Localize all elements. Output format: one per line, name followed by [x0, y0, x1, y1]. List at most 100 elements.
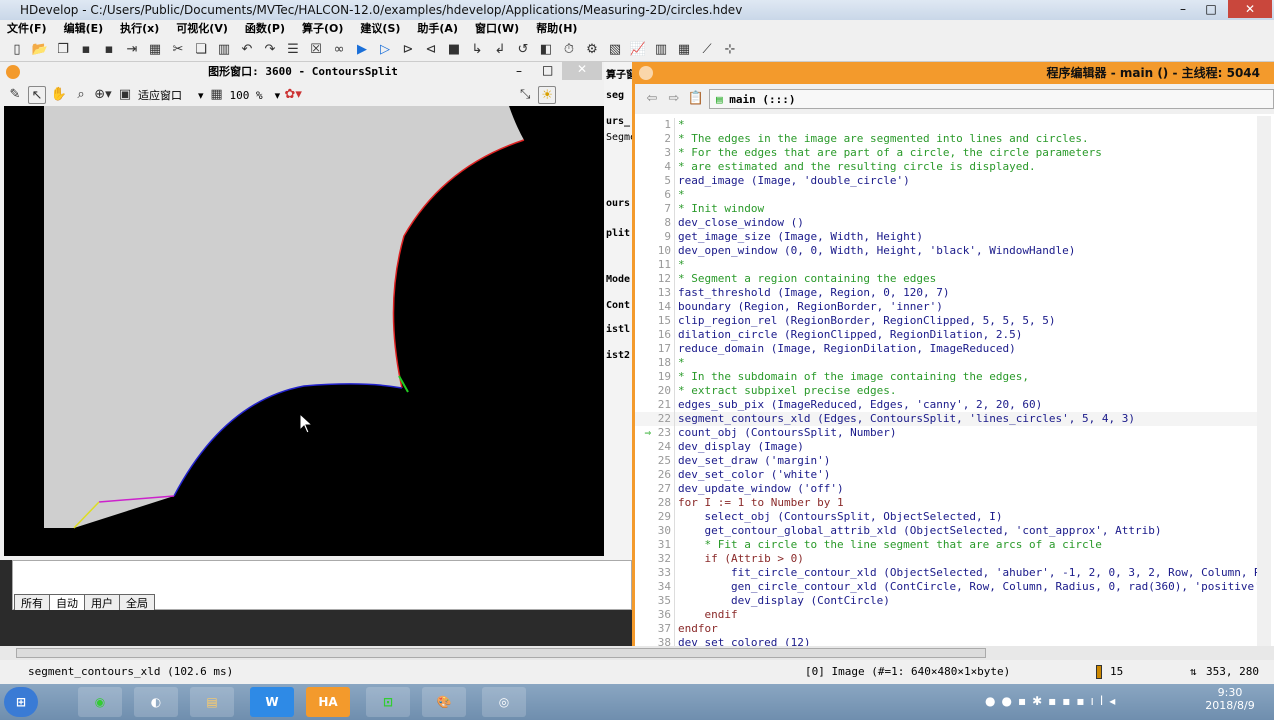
open-icon[interactable]: 📂 — [31, 41, 49, 59]
step-back-icon[interactable]: ⊲ — [422, 41, 440, 59]
code-line[interactable]: 10 dev_open_window (0, 0, Width, Height, … — [635, 244, 1260, 258]
code-line[interactable]: 7 * Init window — [635, 202, 1260, 216]
activate-icon[interactable]: ☰ — [284, 41, 302, 59]
line-number[interactable]: 30 — [635, 524, 675, 538]
line-number[interactable]: 9 — [635, 230, 675, 244]
clipboard-icon[interactable]: 📋 — [687, 90, 705, 108]
magnifier-icon[interactable]: ⌕ — [72, 86, 90, 104]
line-number[interactable]: 24 — [635, 440, 675, 454]
code-line[interactable]: 8 dev_close_window () — [635, 216, 1260, 230]
axes-icon[interactable]: ⤡ — [516, 86, 534, 104]
taskbar-app-halcon[interactable]: HA — [306, 687, 350, 717]
code-line[interactable]: 36 endif — [635, 608, 1260, 622]
code-line[interactable]: 16 dilation_circle (RegionClipped, Region… — [635, 328, 1260, 342]
menu-item[interactable]: 编辑(E) — [64, 22, 104, 35]
taskbar-app[interactable]: ⊡ — [366, 687, 410, 717]
tab-global[interactable]: 全局 — [119, 594, 155, 610]
taskbar-app[interactable]: ◐ — [134, 687, 178, 717]
hist-icon[interactable]: ▧ — [606, 41, 624, 59]
line-number[interactable]: 37 — [635, 622, 675, 636]
line-number[interactable]: 27 — [635, 482, 675, 496]
taskbar-app-w[interactable]: W — [250, 687, 294, 717]
code-line[interactable]: 31 * Fit a circle to the line segment th… — [635, 538, 1260, 552]
code-line[interactable]: 38 dev_set_colored (12) — [635, 636, 1260, 646]
light-icon[interactable]: ☀ — [538, 86, 557, 104]
taskbar-app[interactable]: ◉ — [78, 687, 122, 717]
back-arrow-icon[interactable]: ⇦ — [643, 90, 661, 108]
code-line[interactable]: 15 clip_region_rel (RegionBorder, RegionC… — [635, 314, 1260, 328]
cut-icon[interactable]: ✂ — [169, 41, 187, 59]
export-icon[interactable]: ⇥ — [123, 41, 141, 59]
start-button[interactable]: ⊞ — [4, 687, 38, 717]
tab-user[interactable]: 用户 — [84, 594, 120, 610]
hand-icon[interactable]: ✋ — [50, 86, 68, 104]
line-number[interactable]: 14 — [635, 300, 675, 314]
line-number[interactable]: 28 — [635, 496, 675, 510]
line-number[interactable]: 21 — [635, 398, 675, 412]
new-file-icon[interactable]: ▯ — [8, 41, 26, 59]
code-line[interactable]: 11 * — [635, 258, 1260, 272]
code-line[interactable]: 26 dev_set_color ('white') — [635, 468, 1260, 482]
paste-icon[interactable]: ▥ — [215, 41, 233, 59]
breakpoint-icon[interactable]: ◧ — [537, 41, 555, 59]
code-line[interactable]: 29 select_obj (ContoursSplit, ObjectSele… — [635, 510, 1260, 524]
line-number[interactable]: 22 — [635, 412, 675, 426]
stop-icon[interactable]: ■ — [445, 41, 463, 59]
code-line[interactable]: 17 reduce_domain (Image, RegionDilation, … — [635, 342, 1260, 356]
line-number[interactable]: 20 — [635, 384, 675, 398]
step-icon[interactable]: ▷ — [376, 41, 394, 59]
line-number[interactable]: 36 — [635, 608, 675, 622]
forward-arrow-icon[interactable]: ⇨ — [665, 90, 683, 108]
code-line[interactable]: 6 * — [635, 188, 1260, 202]
taskbar-app[interactable]: 🎨 — [422, 687, 466, 717]
line-number[interactable]: 25 — [635, 454, 675, 468]
taskbar-app[interactable]: ◎ — [482, 687, 526, 717]
line-number[interactable]: 31 — [635, 538, 675, 552]
measure-icon[interactable]: ⟋ — [698, 41, 716, 59]
color-icon[interactable]: ✿▾ — [284, 86, 302, 104]
chevron-down-icon[interactable]: ▾ — [198, 89, 204, 102]
code-line[interactable]: 22 segment_contours_xld (Edges, ContoursS… — [635, 412, 1260, 426]
code-line[interactable]: 28 for I := 1 to Number by 1 — [635, 496, 1260, 510]
code-area[interactable]: 1 * 2 * The edges in the image are segmente… — [635, 116, 1260, 646]
line-number[interactable]: 34 — [635, 580, 675, 594]
code-line[interactable]: 33 fit_circle_contour_xld (ObjectSelecte… — [635, 566, 1260, 580]
code-line[interactable]: 35 dev_display (ContCircle) — [635, 594, 1260, 608]
redo-icon[interactable]: ↷ — [261, 41, 279, 59]
clock[interactable]: 9:30 2018/8/9 — [1190, 686, 1270, 712]
code-line[interactable]: 2 * The edges in the image are segmented … — [635, 132, 1260, 146]
code-line[interactable]: 9 get_image_size (Image, Width, Height) — [635, 230, 1260, 244]
menu-item[interactable]: 建议(S) — [360, 22, 400, 35]
code-line[interactable]: 25 dev_set_draw ('margin') — [635, 454, 1260, 468]
step-over-icon[interactable]: ⊳ — [399, 41, 417, 59]
save-as-icon[interactable]: ▪ — [100, 41, 118, 59]
operator-field[interactable]: seg — [606, 90, 624, 101]
line-number[interactable]: 6 — [635, 188, 675, 202]
line-number[interactable]: 11 — [635, 258, 675, 272]
reset-icon[interactable]: ↺ — [514, 41, 532, 59]
undo-icon[interactable]: ↶ — [238, 41, 256, 59]
fit-window-icon[interactable]: ▣ — [116, 86, 134, 104]
image-canvas[interactable] — [4, 106, 604, 556]
close-button[interactable]: ✕ — [562, 62, 602, 80]
line-number[interactable]: 26 — [635, 468, 675, 482]
taskbar-app[interactable]: ▤ — [190, 687, 234, 717]
line-number[interactable]: 3 — [635, 146, 675, 160]
code-line[interactable]: 37 endfor — [635, 622, 1260, 636]
line-number[interactable]: 17 — [635, 342, 675, 356]
menu-item[interactable]: 文件(F) — [7, 22, 47, 35]
menu-item[interactable]: 助手(A) — [417, 22, 458, 35]
line-number[interactable]: 16 — [635, 328, 675, 342]
horizontal-scrollbar[interactable] — [0, 646, 1274, 660]
code-line[interactable]: 20 * extract subpixel precise edges. — [635, 384, 1260, 398]
code-line[interactable]: 19 * In the subdomain of the image contai… — [635, 370, 1260, 384]
line-number[interactable]: 4 — [635, 160, 675, 174]
line-number[interactable]: 13 — [635, 286, 675, 300]
line-number[interactable]: 15 — [635, 314, 675, 328]
line-number[interactable]: 5 — [635, 174, 675, 188]
line-number[interactable]: 32 — [635, 552, 675, 566]
line-number[interactable]: 18 — [635, 356, 675, 370]
code-line[interactable]: 12 * Segment a region containing the edge… — [635, 272, 1260, 286]
line-number[interactable]: ⇒ 23 — [635, 426, 675, 440]
system-tray-icons[interactable]: ●●▪✱▪▪▪ıl◂ — [985, 694, 1121, 708]
